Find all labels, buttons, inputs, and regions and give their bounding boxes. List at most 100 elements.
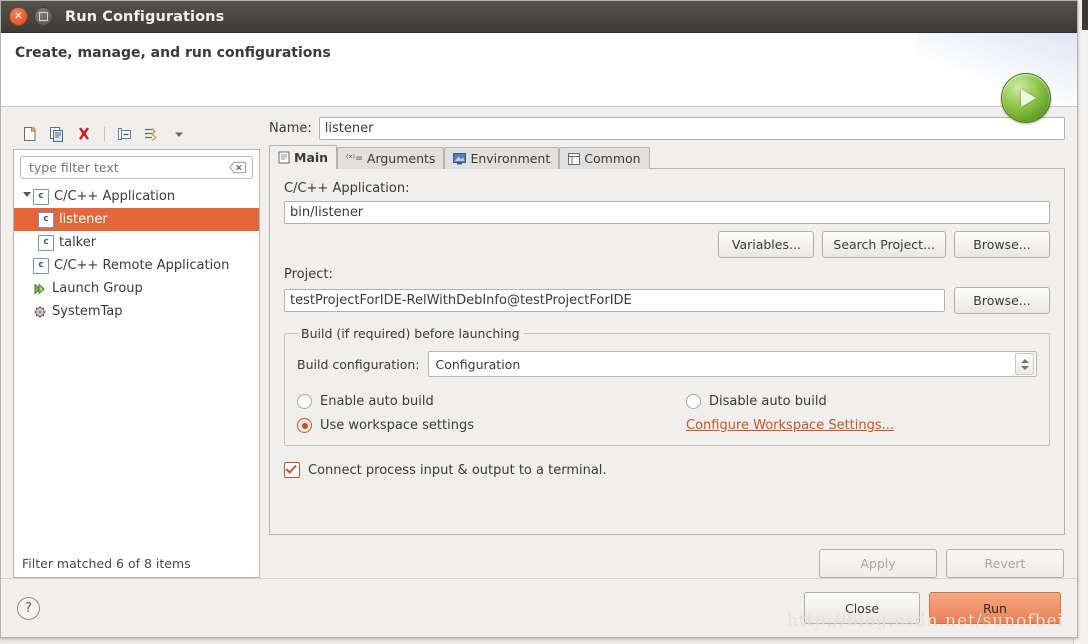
radio-indicator — [297, 418, 312, 433]
c-app-icon: c — [33, 257, 49, 274]
systemtap-icon — [33, 305, 47, 319]
radio-disable-auto-build[interactable]: Disable auto build — [686, 394, 1037, 409]
tab-main[interactable]: Main — [269, 145, 338, 170]
radio-enable-auto-build[interactable]: Enable auto build — [297, 394, 686, 409]
search-project-button[interactable]: Search Project... — [822, 231, 946, 258]
environment-icon — [453, 152, 467, 164]
title-bar: ✕ Run Configurations — [1, 1, 1077, 33]
c-app-icon: c — [38, 211, 54, 228]
arguments-icon: ⁽ˣ⁾= — [346, 153, 363, 164]
common-icon — [568, 152, 581, 165]
spinner-icon[interactable] — [1015, 353, 1034, 375]
revert-button[interactable]: Revert — [946, 549, 1064, 578]
run-button[interactable]: Run — [929, 592, 1061, 624]
radio-label: Enable auto build — [320, 394, 434, 409]
radio-label: Use workspace settings — [320, 418, 474, 433]
application-label: C/C++ Application: — [284, 181, 410, 196]
project-field[interactable]: testProjectForIDE-RelWithDebInfo@testPro… — [284, 289, 945, 312]
configurations-tree-box: c C/C++ Application c listener c talker — [13, 149, 260, 578]
tab-bar: Main ⁽ˣ⁾= Arguments Environment Common — [269, 145, 1065, 170]
tree-item-label: C/C++ Remote Application — [54, 258, 230, 273]
tab-label: Main — [294, 150, 329, 165]
filter-status-text: Filter matched 6 of 8 items — [22, 555, 191, 571]
tree-item-label: talker — [59, 235, 97, 250]
build-configuration-value: Configuration — [435, 356, 521, 372]
maximize-window-icon[interactable] — [34, 7, 53, 26]
run-configurations-dialog: ✕ Run Configurations Create, manage, and… — [0, 0, 1078, 638]
tree-item-label: C/C++ Application — [54, 189, 176, 204]
application-buttons: Variables... Search Project... Browse... — [284, 231, 1050, 258]
close-button[interactable]: Close — [804, 592, 920, 624]
filter-wrapper — [14, 150, 259, 183]
launch-group-icon — [33, 282, 47, 296]
tree-item-talker[interactable]: c talker — [14, 231, 259, 254]
configurations-toolbar — [13, 117, 260, 149]
dialog-header: Create, manage, and run configurations — [1, 33, 1077, 123]
tab-environment[interactable]: Environment — [444, 147, 560, 169]
tree-item-listener[interactable]: c listener — [14, 208, 259, 231]
terminal-checkbox-row[interactable]: Connect process input & output to a term… — [284, 462, 1050, 478]
run-green-circle-icon — [1001, 73, 1051, 123]
browse-project-button[interactable]: Browse... — [954, 287, 1050, 314]
delete-icon[interactable] — [75, 125, 93, 143]
tab-label: Environment — [470, 151, 551, 166]
name-row: Name: listener — [269, 117, 1065, 140]
tree-item-systemtap[interactable]: SystemTap — [14, 300, 259, 323]
application-field[interactable]: bin/listener — [284, 201, 1050, 224]
new-launch-configuration-icon[interactable] — [21, 125, 39, 143]
project-label: Project: — [284, 267, 333, 282]
build-configuration-row: Build configuration: Configuration — [297, 351, 1037, 377]
variables-button[interactable]: Variables... — [718, 231, 815, 258]
document-icon — [278, 151, 290, 164]
expand-arrow-icon[interactable] — [20, 192, 33, 201]
toolbar-separator — [104, 126, 105, 142]
background-window-titlebar-edge — [1082, 0, 1088, 30]
footer-buttons: Close Run — [804, 592, 1061, 624]
close-window-icon[interactable]: ✕ — [9, 7, 28, 26]
name-field[interactable]: listener — [318, 117, 1065, 140]
tree-item-label: listener — [59, 212, 108, 227]
browse-application-button[interactable]: Browse... — [954, 231, 1050, 258]
radio-label: Disable auto build — [709, 394, 827, 409]
apply-revert-row: Apply Revert — [269, 535, 1065, 578]
tree-item-c-cpp-application[interactable]: c C/C++ Application — [14, 185, 259, 208]
help-icon[interactable]: ? — [17, 596, 40, 620]
configure-workspace-settings-link[interactable]: Configure Workspace Settings... — [686, 418, 1037, 433]
radio-indicator — [686, 394, 701, 409]
tree-item-label: Launch Group — [52, 281, 143, 296]
filter-field[interactable] — [20, 156, 253, 179]
project-row: testProjectForIDE-RelWithDebInfo@testPro… — [284, 287, 1050, 314]
window-title: Run Configurations — [65, 8, 225, 25]
c-app-icon: c — [38, 234, 54, 251]
build-configuration-label: Build configuration: — [297, 356, 420, 372]
c-app-icon: c — [33, 188, 49, 205]
header-sheen — [917, 33, 1077, 107]
build-group: Build (if required) before launching Bui… — [284, 326, 1050, 446]
clear-filter-icon[interactable] — [229, 161, 246, 174]
radio-indicator — [297, 394, 312, 409]
configuration-editor: Name: listener Main ⁽ˣ⁾= Arguments Envir… — [269, 117, 1065, 578]
tree-item-label: SystemTap — [52, 304, 123, 319]
apply-button[interactable]: Apply — [819, 549, 937, 578]
terminal-checkbox-label: Connect process input & output to a term… — [308, 462, 607, 478]
build-configuration-select[interactable]: Configuration — [428, 351, 1037, 377]
filter-icon[interactable] — [143, 125, 161, 143]
tree-item-launch-group[interactable]: Launch Group — [14, 277, 259, 300]
page-title: Create, manage, and run configurations — [15, 45, 331, 61]
search-input[interactable] — [27, 159, 229, 176]
chevron-down-icon[interactable] — [170, 125, 188, 143]
name-label: Name: — [269, 121, 312, 136]
duplicate-icon[interactable] — [48, 125, 66, 143]
checkbox-indicator — [284, 462, 300, 478]
build-group-legend: Build (if required) before launching — [301, 326, 520, 341]
tab-common[interactable]: Common — [559, 147, 650, 169]
main-tab-panel: C/C++ Application: bin/listener Variable… — [269, 168, 1065, 535]
tab-label: Arguments — [366, 151, 436, 166]
dialog-footer: ? http://blog.csdn.net/sunofbei Close Ru… — [1, 578, 1077, 637]
radio-use-workspace-settings[interactable]: Use workspace settings — [297, 418, 686, 433]
tab-arguments[interactable]: ⁽ˣ⁾= Arguments — [337, 147, 445, 169]
tree-item-c-cpp-remote-application[interactable]: c C/C++ Remote Application — [14, 254, 259, 277]
dialog-body: c C/C++ Application c listener c talker — [1, 107, 1077, 578]
configurations-tree[interactable]: c C/C++ Application c listener c talker — [14, 183, 259, 549]
collapse-all-icon[interactable] — [116, 125, 134, 143]
